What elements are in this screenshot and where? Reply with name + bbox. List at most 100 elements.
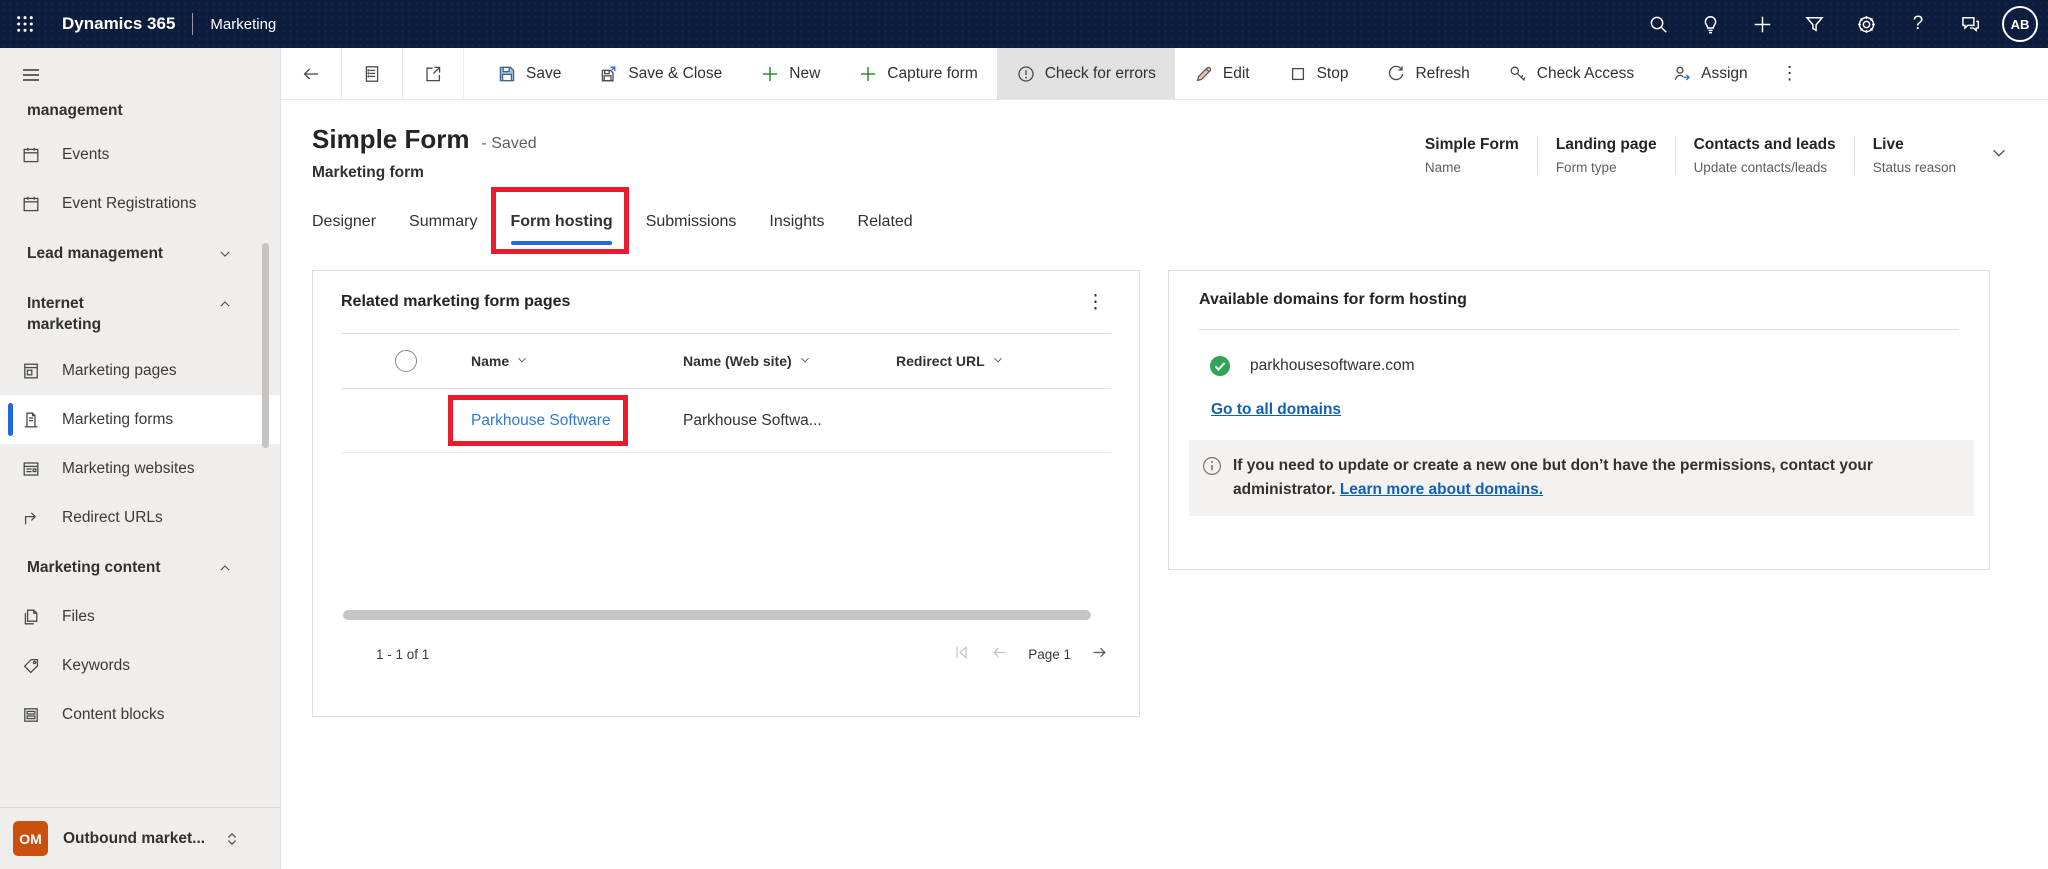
page-label: Page 1 [1028, 646, 1071, 662]
sidebar-item-content-blocks[interactable]: Content blocks [0, 690, 280, 739]
edit-button[interactable]: Edit [1175, 48, 1269, 99]
field-value: Contacts and leads [1693, 135, 1836, 153]
new-button[interactable]: New [741, 48, 839, 99]
tab-designer[interactable]: Designer [312, 213, 376, 245]
sidebar-item-marketing-websites[interactable]: Marketing websites [0, 444, 280, 493]
header-expand-button[interactable] [1990, 144, 2008, 167]
lightbulb-icon[interactable] [1684, 0, 1736, 48]
tab-summary[interactable]: Summary [409, 213, 477, 245]
save-button[interactable]: Save [478, 48, 580, 99]
form-list-icon [365, 65, 379, 82]
sidebar-item-files[interactable]: Files [0, 592, 280, 641]
chevron-down-icon [985, 353, 1004, 369]
user-avatar[interactable]: AB [2002, 6, 2038, 42]
column-label: Redirect URL [896, 353, 985, 369]
sidebar-item-events[interactable]: Events [0, 130, 280, 179]
field-label: Update contacts/leads [1693, 159, 1828, 175]
sidebar-group-lead-management[interactable]: Lead management [0, 228, 280, 278]
sidebar-item-label: Redirect URLs [62, 508, 163, 526]
files-icon [24, 609, 38, 624]
tab-related[interactable]: Related [858, 213, 913, 245]
app-title: Dynamics 365 [62, 14, 176, 33]
more-commands-button[interactable]: ⋮ [1767, 48, 1813, 99]
column-label: Name [471, 353, 510, 369]
filter-icon[interactable] [1788, 0, 1840, 48]
settings-gear-icon[interactable] [1840, 0, 1892, 48]
sidebar-item-marketing-pages[interactable]: Marketing pages [0, 346, 280, 395]
command-bar: Save Save & Close New Capture form Check… [281, 48, 2048, 100]
topbar-divider [192, 13, 194, 35]
waffle-grid-icon [17, 16, 33, 32]
card-more-button[interactable]: ⋮ [1080, 291, 1111, 314]
field-value: Landing page [1555, 135, 1657, 153]
column-header-redirect-url[interactable]: Redirect URL [896, 353, 1111, 369]
assign-person-icon [1674, 66, 1691, 80]
tab-insights[interactable]: Insights [769, 213, 824, 245]
waffle-menu-icon[interactable] [0, 0, 50, 48]
stop-square-icon [1291, 67, 1304, 80]
domain-name: parkhousesoftware.com [1250, 357, 1415, 374]
sidebar-item-keywords[interactable]: Keywords [0, 641, 280, 690]
sidebar-item-label: Marketing forms [62, 410, 174, 428]
chevron-up-icon [218, 296, 232, 317]
app-area-label[interactable]: Marketing [210, 16, 276, 33]
sidebar-group-label: Lead management [27, 245, 164, 262]
show-as-list-button[interactable] [342, 48, 403, 99]
open-in-new-window-button[interactable] [403, 48, 464, 99]
column-header-website-name[interactable]: Name (Web site) [683, 353, 896, 369]
site-map-sidebar: management Events Event Registrations Le… [0, 48, 281, 869]
column-label: Name (Web site) [683, 353, 792, 369]
select-all-checkbox[interactable] [395, 350, 417, 372]
assign-button[interactable]: Assign [1653, 48, 1767, 99]
chevron-down-icon [792, 353, 811, 369]
plus-icon [763, 66, 778, 81]
search-icon[interactable] [1632, 0, 1684, 48]
sidebar-group-internet-marketing[interactable]: Internet marketing [0, 278, 280, 346]
key-icon [1510, 66, 1526, 81]
sidebar-item-marketing-forms[interactable]: Marketing forms [0, 395, 280, 444]
sidebar-group-marketing-content[interactable]: Marketing content [0, 542, 280, 592]
previous-page-button[interactable] [990, 643, 1009, 665]
help-icon[interactable]: ? [1892, 0, 1944, 48]
sitemap-collapse-button[interactable] [0, 48, 280, 102]
tab-submissions[interactable]: Submissions [646, 213, 737, 245]
sidebar-item-label: Event Registrations [62, 194, 197, 212]
quick-create-plus-icon[interactable] [1736, 0, 1788, 48]
refresh-button[interactable]: Refresh [1367, 48, 1488, 99]
calendar-icon [23, 147, 39, 162]
form-page-link[interactable]: Parkhouse Software [448, 394, 628, 446]
sidebar-item-redirect-urls[interactable]: Redirect URLs [0, 493, 280, 542]
sidebar-item-event-registrations[interactable]: Event Registrations [0, 179, 280, 228]
first-page-button[interactable] [952, 643, 971, 665]
error-circle-icon [1018, 65, 1034, 82]
column-header-name[interactable]: Name [431, 353, 683, 369]
button-label: Edit [1222, 64, 1250, 82]
button-label: Save & Close [628, 64, 723, 82]
capture-form-button[interactable]: Capture form [839, 48, 996, 99]
next-page-button[interactable] [1090, 643, 1109, 665]
check-access-button[interactable]: Check Access [1489, 48, 1653, 99]
back-button[interactable] [281, 48, 342, 99]
tab-label: Submissions [645, 213, 737, 230]
annotation-box-parkhouse-link [448, 394, 628, 446]
area-switcher[interactable]: OM Outbound market... [0, 807, 280, 869]
sidebar-scrollbar-thumb[interactable] [262, 243, 269, 448]
sidebar-item-label: Events [62, 145, 110, 163]
check-for-errors-button[interactable]: Check for errors [996, 48, 1175, 99]
stop-button[interactable]: Stop [1269, 48, 1368, 99]
go-to-all-domains-link[interactable]: Go to all domains [1211, 401, 1341, 419]
grid-pager: 1 - 1 of 1 Page 1 [341, 636, 1111, 672]
save-and-close-button[interactable]: Save & Close [580, 48, 741, 99]
feedback-chat-icon[interactable] [1944, 0, 1996, 48]
header-field-status-reason: Live Status reason [1853, 135, 1974, 175]
learn-more-domains-link[interactable]: Learn more about domains. [1340, 481, 1543, 498]
horizontal-scrollbar[interactable] [343, 610, 1091, 620]
chevron-up-icon [218, 560, 232, 581]
calendar-icon [23, 196, 39, 211]
refresh-icon [1389, 65, 1404, 80]
field-value: Simple Form [1424, 135, 1519, 153]
tab-label: Insights [769, 213, 825, 230]
back-arrow-icon [303, 68, 318, 79]
table-row: Parkhouse Software Parkhouse Softwa... [341, 389, 1111, 453]
tab-form-hosting[interactable]: Form hosting [491, 187, 629, 254]
